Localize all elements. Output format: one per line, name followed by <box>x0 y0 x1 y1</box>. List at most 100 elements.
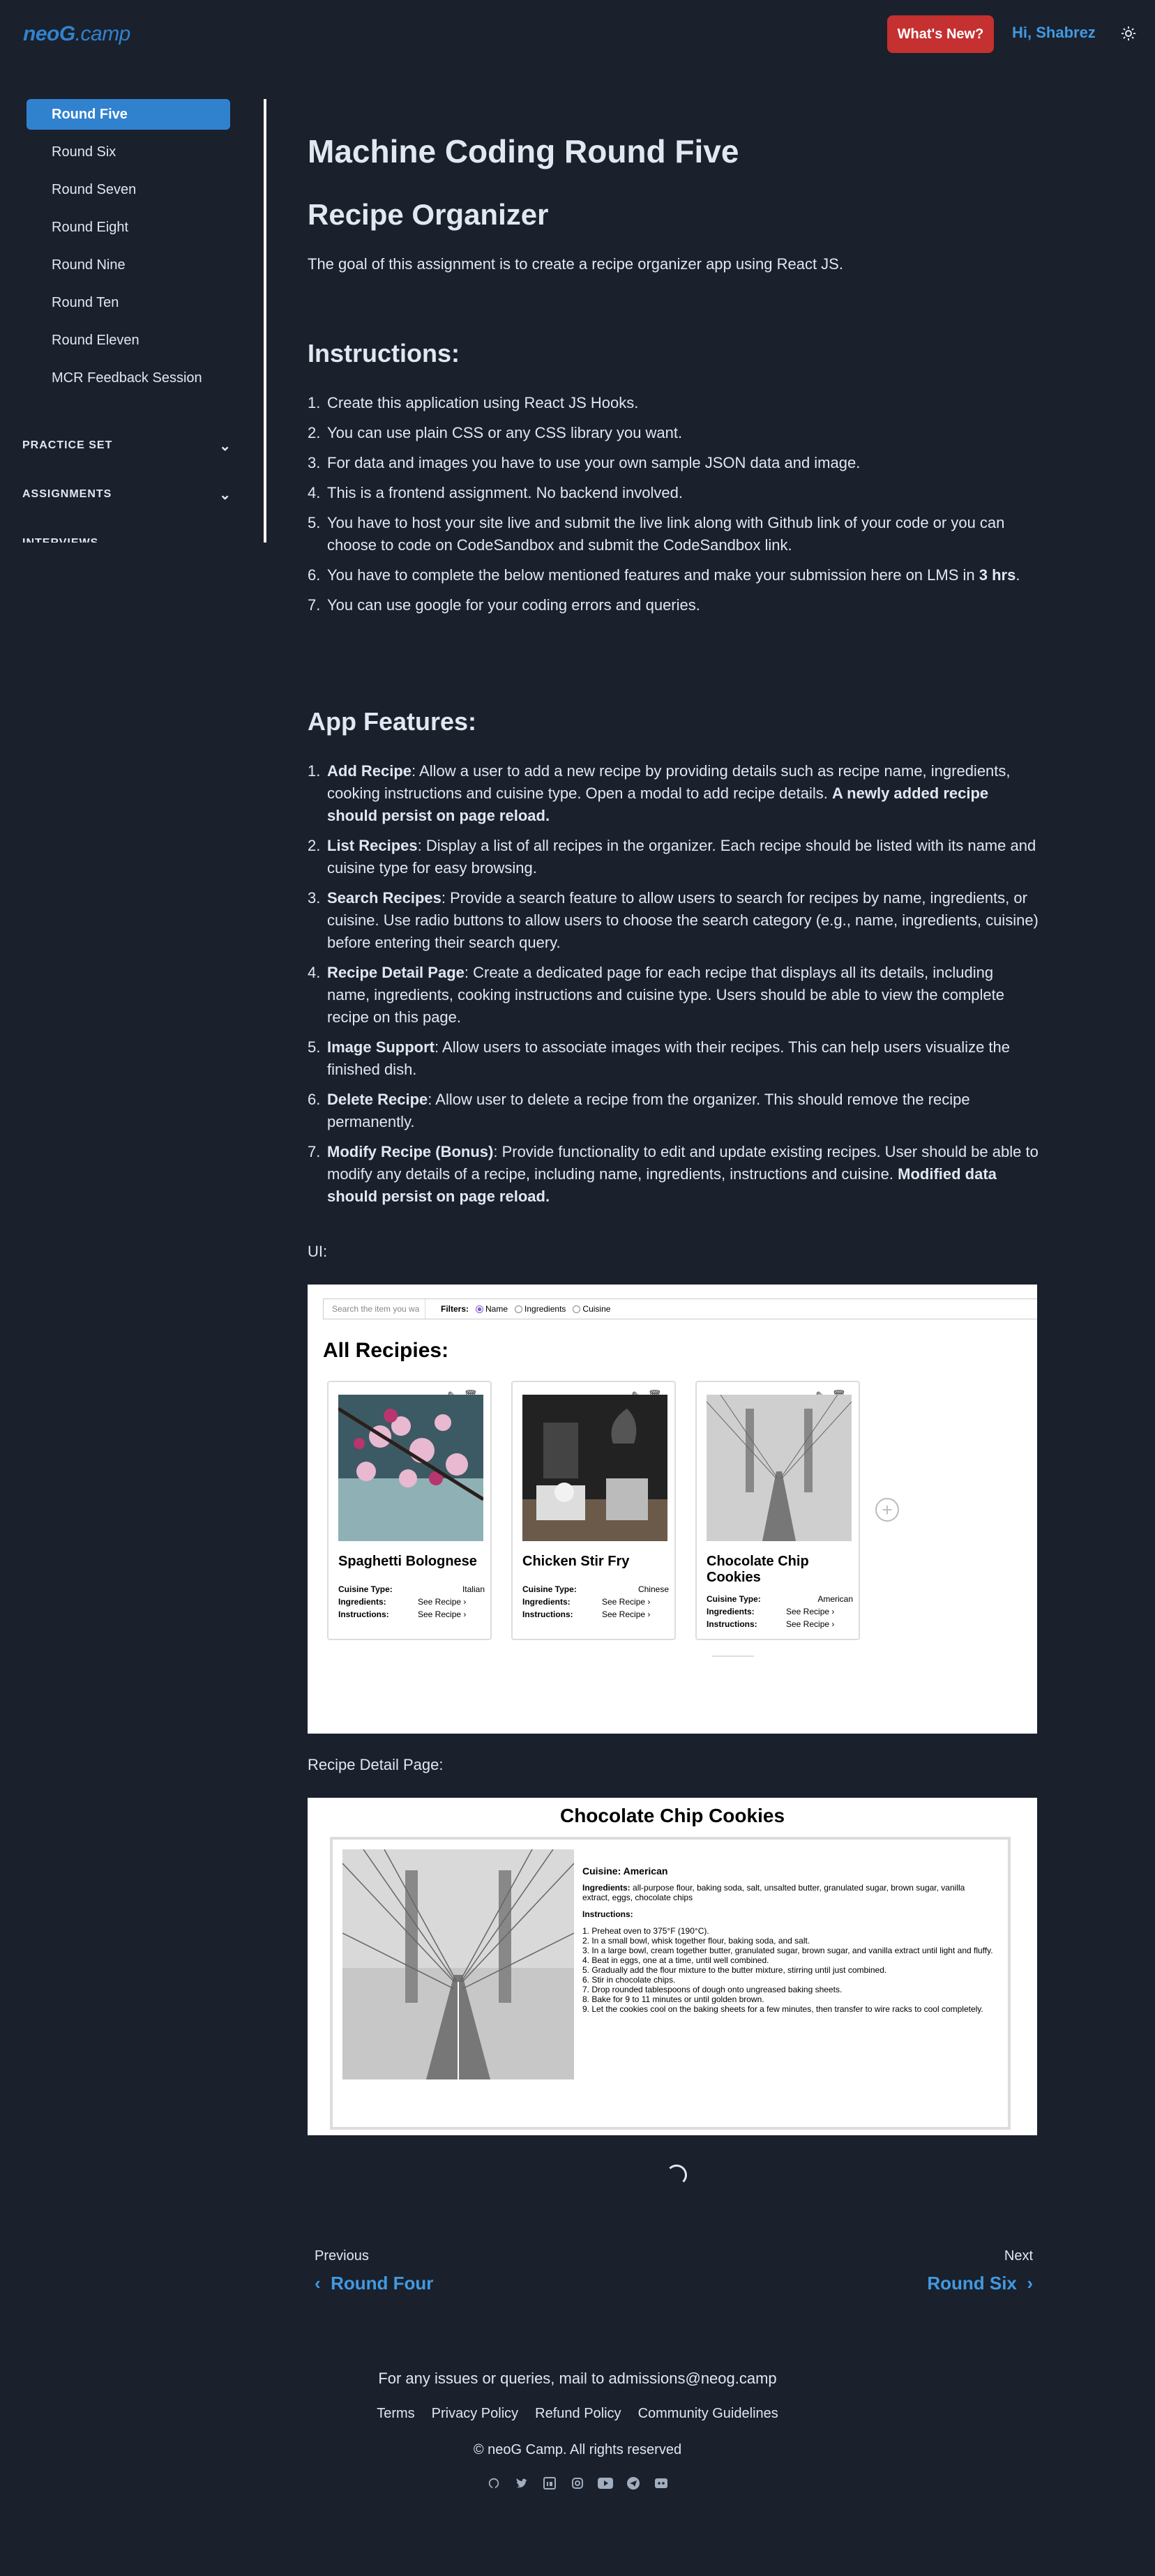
mock-card-row: Ingredients: See Recipe › <box>522 1597 669 1607</box>
instruction-bold: 3 hrs <box>979 566 1016 584</box>
assignment-title: Recipe Organizer <box>308 198 549 231</box>
github-icon[interactable] <box>486 2476 501 2491</box>
next-label: Next <box>1004 2248 1033 2264</box>
instruction-item: 1. Create this application using React JS… <box>308 392 1040 414</box>
mock-key: Cuisine Type: <box>338 1584 393 1594</box>
user-greeting-link[interactable]: Hi, Shabrez <box>1012 24 1096 42</box>
chevron-right-icon: › <box>1016 2273 1033 2294</box>
logo[interactable]: neoG.camp <box>23 22 130 46</box>
instruction-item: 6. You have to complete the below mention… <box>308 564 1040 586</box>
mock-card-title: Spaghetti Bolognese <box>338 1554 477 1569</box>
list-number: 5. <box>308 514 321 531</box>
footer-links: Terms Privacy Policy Refund Policy Communit… <box>0 2406 1155 2422</box>
feature-item: 7. Modify Recipe (Bonus): Provide functio… <box>308 1141 1040 1208</box>
list-number: 7. <box>308 596 321 614</box>
sidebar-section[interactable]: ASSIGNMENTS ⌄ <box>22 484 232 505</box>
instagram-icon[interactable] <box>570 2476 585 2491</box>
mock-radio-ingredients: Ingredients <box>515 1304 566 1314</box>
chevron-down-icon: ⌄ <box>219 438 232 454</box>
mock-detail-title: Chocolate Chip Cookies <box>559 1805 785 1826</box>
mock-see-recipe: See Recipe <box>786 1607 830 1616</box>
mock-step: 9. Let the cookies cool on the baking sh… <box>582 2004 983 2014</box>
mock-divider <box>712 1656 754 1657</box>
footer-mail: For any issues or queries, mail to admis… <box>378 2370 777 2387</box>
loading-spinner-icon <box>666 2165 687 2185</box>
feature-name: Add Recipe <box>327 762 412 780</box>
footer-social-icons <box>0 2476 1155 2491</box>
sun-icon <box>1122 26 1135 40</box>
previous-link[interactable]: Previous ‹ Round Four <box>315 2248 433 2294</box>
sidebar-section-label: PRACTICE SET <box>22 439 113 451</box>
mock-radio-label: Name <box>485 1304 508 1314</box>
mock-card-row: Ingredients: See Recipe › <box>707 1607 853 1616</box>
list-number: 6. <box>308 1091 321 1108</box>
instruction-item: 5. You have to host your site live and su… <box>308 512 1040 556</box>
telegram-icon[interactable] <box>626 2476 641 2491</box>
sidebar-item[interactable]: Round Ten <box>27 287 230 318</box>
mock-key: Ingredients: <box>707 1607 755 1616</box>
sidebar-section-label: INTERVIEWS <box>22 537 98 543</box>
sidebar-scrollbar[interactable]: ▲ ▼ <box>264 99 266 543</box>
mock-ingredients-value: all-purpose flour, baking soda, salt, un… <box>582 1883 965 1902</box>
youtube-icon[interactable] <box>598 2476 613 2491</box>
footer-link[interactable]: Refund Policy <box>535 2406 621 2422</box>
mock-key: Cuisine Type: <box>522 1584 577 1594</box>
mock-recipe-card: ✎🗑Spaghetti BologneseCuisine Type:Italia… <box>327 1381 492 1640</box>
discord-icon[interactable] <box>654 2476 669 2491</box>
sidebar-item[interactable]: Round Eleven <box>27 325 230 356</box>
theme-toggle-button[interactable] <box>1119 24 1138 43</box>
chevron-down-icon: ⌄ <box>219 487 232 503</box>
sidebar-section[interactable]: INTERVIEWS ⌄ <box>22 533 232 543</box>
mock-see-recipe: See Recipe <box>418 1597 462 1607</box>
twitter-icon[interactable] <box>514 2476 529 2491</box>
feature-name: Recipe Detail Page <box>327 964 465 981</box>
instruction-text: Create this application using React JS H… <box>327 394 639 411</box>
sidebar-item[interactable]: Round Five <box>27 99 230 130</box>
feature-text: : Display a list of all recipes in the o… <box>327 837 1036 877</box>
footer-link[interactable]: Terms <box>377 2406 414 2422</box>
sidebar-item[interactable]: Round Nine <box>27 250 230 280</box>
instruction-text: This is a frontend assignment. No backen… <box>327 484 683 501</box>
mock-value: Chinese <box>637 1584 669 1594</box>
mock-card-row: Instructions: See Recipe › <box>522 1609 669 1619</box>
mock-value: See Recipe › <box>418 1609 467 1619</box>
mock-detail-text: Cuisine: American Ingredients: all-purpo… <box>582 1866 994 2014</box>
instruction-text: You have to complete the below mentioned… <box>327 566 979 584</box>
feature-item: 5. Image Support: Allow users to associat… <box>308 1036 1040 1081</box>
feature-item: 3. Search Recipes: Provide a search featu… <box>308 887 1040 954</box>
mock-step: 7. Drop rounded tablespoons of dough ont… <box>582 1985 843 1994</box>
list-number: 4. <box>308 964 321 981</box>
mock-instructions-label: Instructions: <box>582 1909 633 1919</box>
mock-step: 8. Bake for 9 to 11 minutes or until gol… <box>582 1994 764 2004</box>
mock-step: 4. Beat in eggs, one at a time, until we… <box>582 1955 769 1965</box>
detail-label: Recipe Detail Page: <box>308 1756 444 1773</box>
instruction-text: You have to host your site live and subm… <box>327 514 1005 554</box>
mock-step: 5. Gradually add the flour mixture to th… <box>582 1965 887 1975</box>
instruction-item: 3. For data and images you have to use yo… <box>308 452 1040 474</box>
linkedin-icon[interactable] <box>542 2476 557 2491</box>
sidebar-section[interactable]: PRACTICE SET ⌄ <box>22 435 232 456</box>
ui-mockup-image: Search the item you wa Filters: Name Ing… <box>308 1285 1037 1734</box>
mock-key: Instructions: <box>707 1619 757 1629</box>
list-number: 2. <box>308 424 321 441</box>
footer-link[interactable]: Community Guidelines <box>638 2406 778 2422</box>
mock-card-title: Chicken Stir Fry <box>522 1554 630 1569</box>
footer-link[interactable]: Privacy Policy <box>432 2406 518 2422</box>
instruction-item: 4. This is a frontend assignment. No back… <box>308 482 1040 504</box>
mock-card-row: Cuisine Type: Chinese <box>522 1584 669 1594</box>
sidebar-item[interactable]: Round Eight <box>27 212 230 243</box>
mock-key: Ingredients: <box>522 1597 571 1607</box>
sidebar-item[interactable]: Round Six <box>27 137 230 167</box>
list-number: 4. <box>308 484 321 501</box>
list-number: 1. <box>308 762 321 780</box>
next-link[interactable]: Next Round Six › <box>927 2248 1033 2294</box>
mock-add-icon: + <box>875 1498 899 1522</box>
feature-item: 6. Delete Recipe: Allow user to delete a … <box>308 1089 1040 1133</box>
sidebar-item[interactable]: Round Seven <box>27 174 230 205</box>
whats-new-button[interactable]: What's New? <box>887 15 994 53</box>
mock-steps-list: 1. Preheat oven to 375°F (190°C). 2. In a… <box>582 1926 994 2014</box>
feature-item: 2. List Recipes: Display a list of all re… <box>308 835 1040 879</box>
mock-see-recipe: See Recipe <box>602 1609 646 1619</box>
feature-name: Delete Recipe <box>327 1091 428 1108</box>
sidebar-item[interactable]: MCR Feedback Session <box>27 363 230 393</box>
